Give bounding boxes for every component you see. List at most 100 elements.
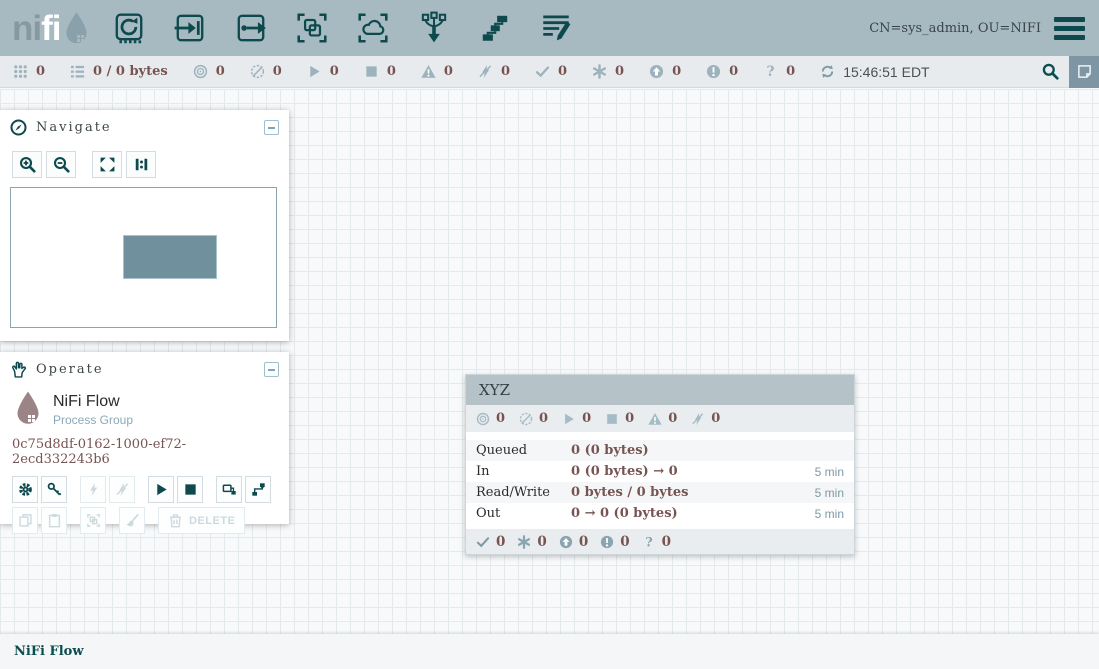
group-button[interactable] xyxy=(80,507,106,534)
bolt-slash-icon xyxy=(115,482,130,497)
metric-window: 5 min xyxy=(815,465,844,479)
sync-failure-count: 0 xyxy=(786,64,795,79)
pg-invalid-count: 0 xyxy=(668,411,677,426)
transmitting-icon xyxy=(476,412,490,426)
metric-label: Queued xyxy=(476,443,571,458)
selection-name: NiFi Flow xyxy=(53,393,133,411)
group-icon xyxy=(86,513,101,528)
pg-locally-modified-count: 0 xyxy=(537,534,546,550)
status-sync-failure: 0 xyxy=(763,64,795,79)
search-button[interactable] xyxy=(1037,59,1063,85)
upload-template-button[interactable] xyxy=(245,476,271,503)
bulletin-board-button[interactable] xyxy=(1069,56,1099,88)
current-user: CN=sys_admin, OU=NIFI xyxy=(869,21,1041,36)
birdseye-component[interactable] xyxy=(123,235,217,279)
metric-row-queued: Queued 0 (0 bytes) xyxy=(466,440,854,461)
nifi-logo: nifi xyxy=(0,11,90,46)
stale-count: 0 xyxy=(672,64,681,79)
process-group-xyz[interactable]: XYZ 0 0 0 0 0 0 Queued 0 (0 bytes) In xyxy=(465,374,855,555)
nifi-drop-icon xyxy=(63,11,90,45)
change-color-button[interactable] xyxy=(119,507,145,534)
status-disabled: 0 xyxy=(478,64,510,79)
locally-modified-icon xyxy=(517,535,531,549)
funnel-component-icon[interactable] xyxy=(417,11,451,45)
sync-failure-icon xyxy=(642,535,656,549)
refresh-icon[interactable] xyxy=(820,64,835,79)
up-to-date-count: 0 xyxy=(558,64,567,79)
nifi-logo-text: nifi xyxy=(12,11,61,46)
breadcrumb-root[interactable]: NiFi Flow xyxy=(14,644,84,659)
navigate-collapse-button[interactable] xyxy=(264,120,279,135)
pg-up-to-date-count: 0 xyxy=(496,534,505,550)
last-refreshed-time: 15:46:51 EDT xyxy=(843,64,929,80)
disabled-icon xyxy=(691,412,705,426)
process-group-header: XYZ xyxy=(466,375,854,405)
status-up-to-date: 0 xyxy=(535,64,567,79)
label-component-icon[interactable] xyxy=(539,11,573,45)
pg-sync-failure-count: 0 xyxy=(662,534,671,550)
copy-icon xyxy=(18,513,33,528)
status-running: 0 xyxy=(307,64,339,79)
zoom-fit-button[interactable] xyxy=(92,151,122,178)
delete-button-label: DELETE xyxy=(189,515,235,527)
global-menu-button[interactable] xyxy=(1054,17,1085,40)
status-bar: 0 0 / 0 bytes 0 0 0 0 0 0 0 0 0 0 xyxy=(0,56,1099,88)
stop-button[interactable] xyxy=(177,476,203,503)
pg-transmitting-count: 0 xyxy=(496,411,505,426)
stopped-count: 0 xyxy=(387,64,396,79)
pg-disabled-count: 0 xyxy=(711,411,720,426)
delete-button[interactable]: DELETE xyxy=(158,507,245,534)
disabled-icon xyxy=(478,64,493,79)
status-stale: 0 xyxy=(649,64,681,79)
compass-icon xyxy=(10,119,27,136)
operate-selection: NiFi Flow Process Group xyxy=(0,386,289,427)
locally-modified-count: 0 xyxy=(615,64,624,79)
template-save-icon xyxy=(222,482,237,497)
not-transmitting-icon xyxy=(519,412,533,426)
bolt-icon xyxy=(86,482,101,497)
enable-button[interactable] xyxy=(80,476,106,503)
sync-failure-icon xyxy=(763,64,778,79)
copy-button[interactable] xyxy=(12,507,38,534)
queued-count: 0 / 0 bytes xyxy=(93,64,168,79)
operate-collapse-button[interactable] xyxy=(264,362,279,377)
pg-stale-count: 0 xyxy=(579,534,588,550)
not-transmitting-count: 0 xyxy=(273,64,282,79)
create-template-button[interactable] xyxy=(216,476,242,503)
invalid-icon xyxy=(421,64,436,79)
stale-icon xyxy=(559,535,573,549)
stopped-icon xyxy=(364,64,379,79)
status-locally-modified-and-stale: 0 xyxy=(706,64,738,79)
input-port-component-icon[interactable] xyxy=(173,11,207,45)
up-to-date-icon xyxy=(535,64,550,79)
zoom-actual-size-button[interactable] xyxy=(126,151,156,178)
metric-label: In xyxy=(476,464,571,479)
pg-locally-modified-and-stale-count: 0 xyxy=(620,534,629,550)
start-button[interactable] xyxy=(148,476,174,503)
status-stopped: 0 xyxy=(364,64,396,79)
remote-process-group-component-icon[interactable] xyxy=(356,11,390,45)
process-group-stats-row: 0 0 0 0 0 0 xyxy=(466,405,854,432)
template-component-icon[interactable] xyxy=(478,11,512,45)
process-group-component-icon[interactable] xyxy=(295,11,329,45)
navigate-panel-title: Navigate xyxy=(36,120,112,135)
trash-icon xyxy=(168,513,183,528)
search-icon xyxy=(1042,63,1059,80)
configuration-button[interactable] xyxy=(12,476,38,503)
metric-window: 5 min xyxy=(815,486,844,500)
locally-modified-and-stale-icon xyxy=(706,64,721,79)
access-policies-button[interactable] xyxy=(41,476,67,503)
zoom-in-button[interactable] xyxy=(12,151,42,178)
metric-label: Out xyxy=(476,506,571,521)
status-not-transmitting: 0 xyxy=(250,64,282,79)
invalid-icon xyxy=(648,412,662,426)
gear-icon xyxy=(18,482,33,497)
zoom-out-button[interactable] xyxy=(46,151,76,178)
disable-button[interactable] xyxy=(109,476,135,503)
processor-component-icon[interactable] xyxy=(112,11,146,45)
active-threads-icon xyxy=(13,64,28,79)
birdseye-minimap[interactable] xyxy=(10,187,277,328)
output-port-component-icon[interactable] xyxy=(234,11,268,45)
navigate-controls xyxy=(0,144,289,178)
paste-button[interactable] xyxy=(41,507,67,534)
